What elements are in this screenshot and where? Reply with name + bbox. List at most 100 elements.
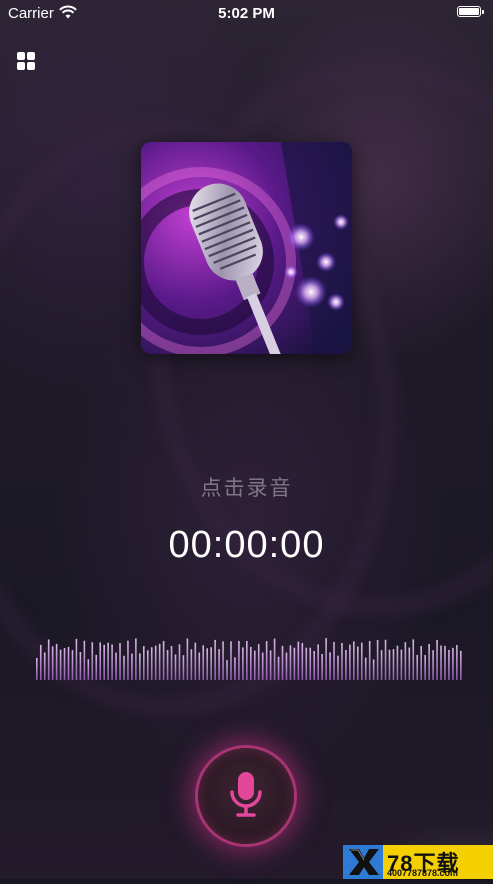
waveform-bar (71, 650, 74, 680)
waveform-bar (360, 642, 363, 680)
watermark: 78下载 4007787878.com (343, 845, 493, 879)
waveform-bar (39, 644, 42, 680)
waveform (36, 638, 462, 680)
waveform-bar (456, 645, 458, 680)
status-bar: Carrier 5:02 PM (0, 0, 493, 26)
waveform-bar (392, 649, 395, 680)
waveform-bar (234, 657, 236, 680)
grid-menu-button[interactable] (17, 52, 35, 70)
waveform-bar (158, 643, 161, 680)
waveform-bar (400, 649, 403, 680)
waveform-bar (190, 649, 193, 680)
waveform-bar (416, 654, 419, 680)
waveform-bar (380, 650, 383, 680)
waveform-bar (131, 653, 133, 680)
waveform-bar (313, 651, 316, 680)
waveform-bar (444, 645, 446, 680)
waveform-bar (198, 652, 201, 680)
waveform-bar (281, 645, 284, 680)
waveform-bar (123, 655, 125, 680)
waveform-bar (432, 650, 434, 680)
waveform-bar (242, 647, 244, 680)
record-button[interactable] (198, 748, 294, 844)
waveform-bar (345, 650, 347, 680)
waveform-bar (178, 644, 181, 680)
waveform-bar (420, 646, 423, 680)
waveform-bar (372, 659, 375, 680)
waveform-bar (87, 659, 90, 680)
waveform-bar (325, 638, 327, 680)
waveform-bar (349, 644, 351, 680)
waveform-bar (396, 645, 399, 680)
record-timer: 00:00:00 (168, 524, 325, 566)
waveform-bar (452, 647, 454, 680)
waveform-bar (261, 652, 264, 680)
microphone-icon (230, 772, 262, 817)
waveform-bar (146, 650, 149, 680)
waveform-bar (309, 647, 312, 680)
waveform-bar (293, 647, 296, 680)
waveform-bar (408, 647, 411, 680)
waveform-bar (107, 642, 109, 680)
waveform-bar (99, 642, 102, 680)
waveform-bar (269, 650, 272, 680)
waveform-bar (174, 654, 177, 680)
waveform-bar (154, 645, 157, 680)
grid-icon (17, 52, 25, 60)
waveform-bar (448, 649, 450, 680)
waveform-bar (250, 646, 252, 680)
waveform-bar (206, 648, 209, 680)
clock: 5:02 PM (218, 5, 275, 22)
album-cover (141, 142, 352, 354)
waveform-bar (222, 641, 224, 680)
waveform-bar (257, 644, 260, 680)
waveform-bar (329, 652, 331, 680)
waveform-bar (91, 642, 94, 680)
waveform-bar (166, 649, 169, 680)
waveform-bar (428, 643, 430, 680)
waveform-bar (214, 639, 216, 680)
waveform-bar (368, 640, 371, 680)
battery-icon (457, 6, 484, 17)
waveform-bar (83, 640, 86, 680)
waveform-bar (43, 652, 46, 680)
waveform-bar (412, 639, 415, 680)
waveform-bar (337, 655, 339, 680)
waveform-bar (357, 646, 359, 680)
waveform-bar (186, 638, 189, 680)
waveform-bar (253, 650, 256, 680)
waveform-bar (139, 653, 141, 680)
waveform-bar (115, 652, 117, 680)
waveform-bar (265, 641, 268, 680)
waveform-bar (51, 646, 54, 680)
waveform-bar (150, 647, 153, 680)
record-hint: 点击录音 (200, 477, 293, 500)
waveform-bar (289, 645, 292, 680)
waveform-bar (277, 656, 280, 680)
waveform-bar (436, 639, 438, 680)
waveform-bar (210, 647, 212, 680)
waveform-bar (297, 641, 300, 680)
waveform-bar (75, 638, 78, 680)
waveform-bar (67, 646, 70, 680)
waveform-bar (111, 644, 113, 680)
waveform-bar (47, 639, 50, 680)
waveform-bar (218, 649, 220, 680)
waveform-bar (305, 647, 308, 680)
waveform-bar (460, 650, 462, 680)
waveform-bar (321, 654, 323, 680)
waveform-bar (127, 640, 129, 680)
waveform-bar (238, 640, 240, 680)
waveform-bar (364, 657, 367, 680)
waveform-bar (333, 641, 335, 680)
waveform-bar (119, 643, 121, 680)
waveform-bar (182, 655, 185, 680)
waveform-bar (384, 639, 387, 680)
waveform-bar (162, 641, 165, 680)
waveform-bar (230, 641, 232, 680)
waveform-bar (273, 638, 276, 680)
waveform-bar (388, 649, 391, 680)
waveform-bar (301, 643, 304, 680)
waveform-bar (143, 646, 145, 680)
waveform-bar (55, 643, 58, 680)
